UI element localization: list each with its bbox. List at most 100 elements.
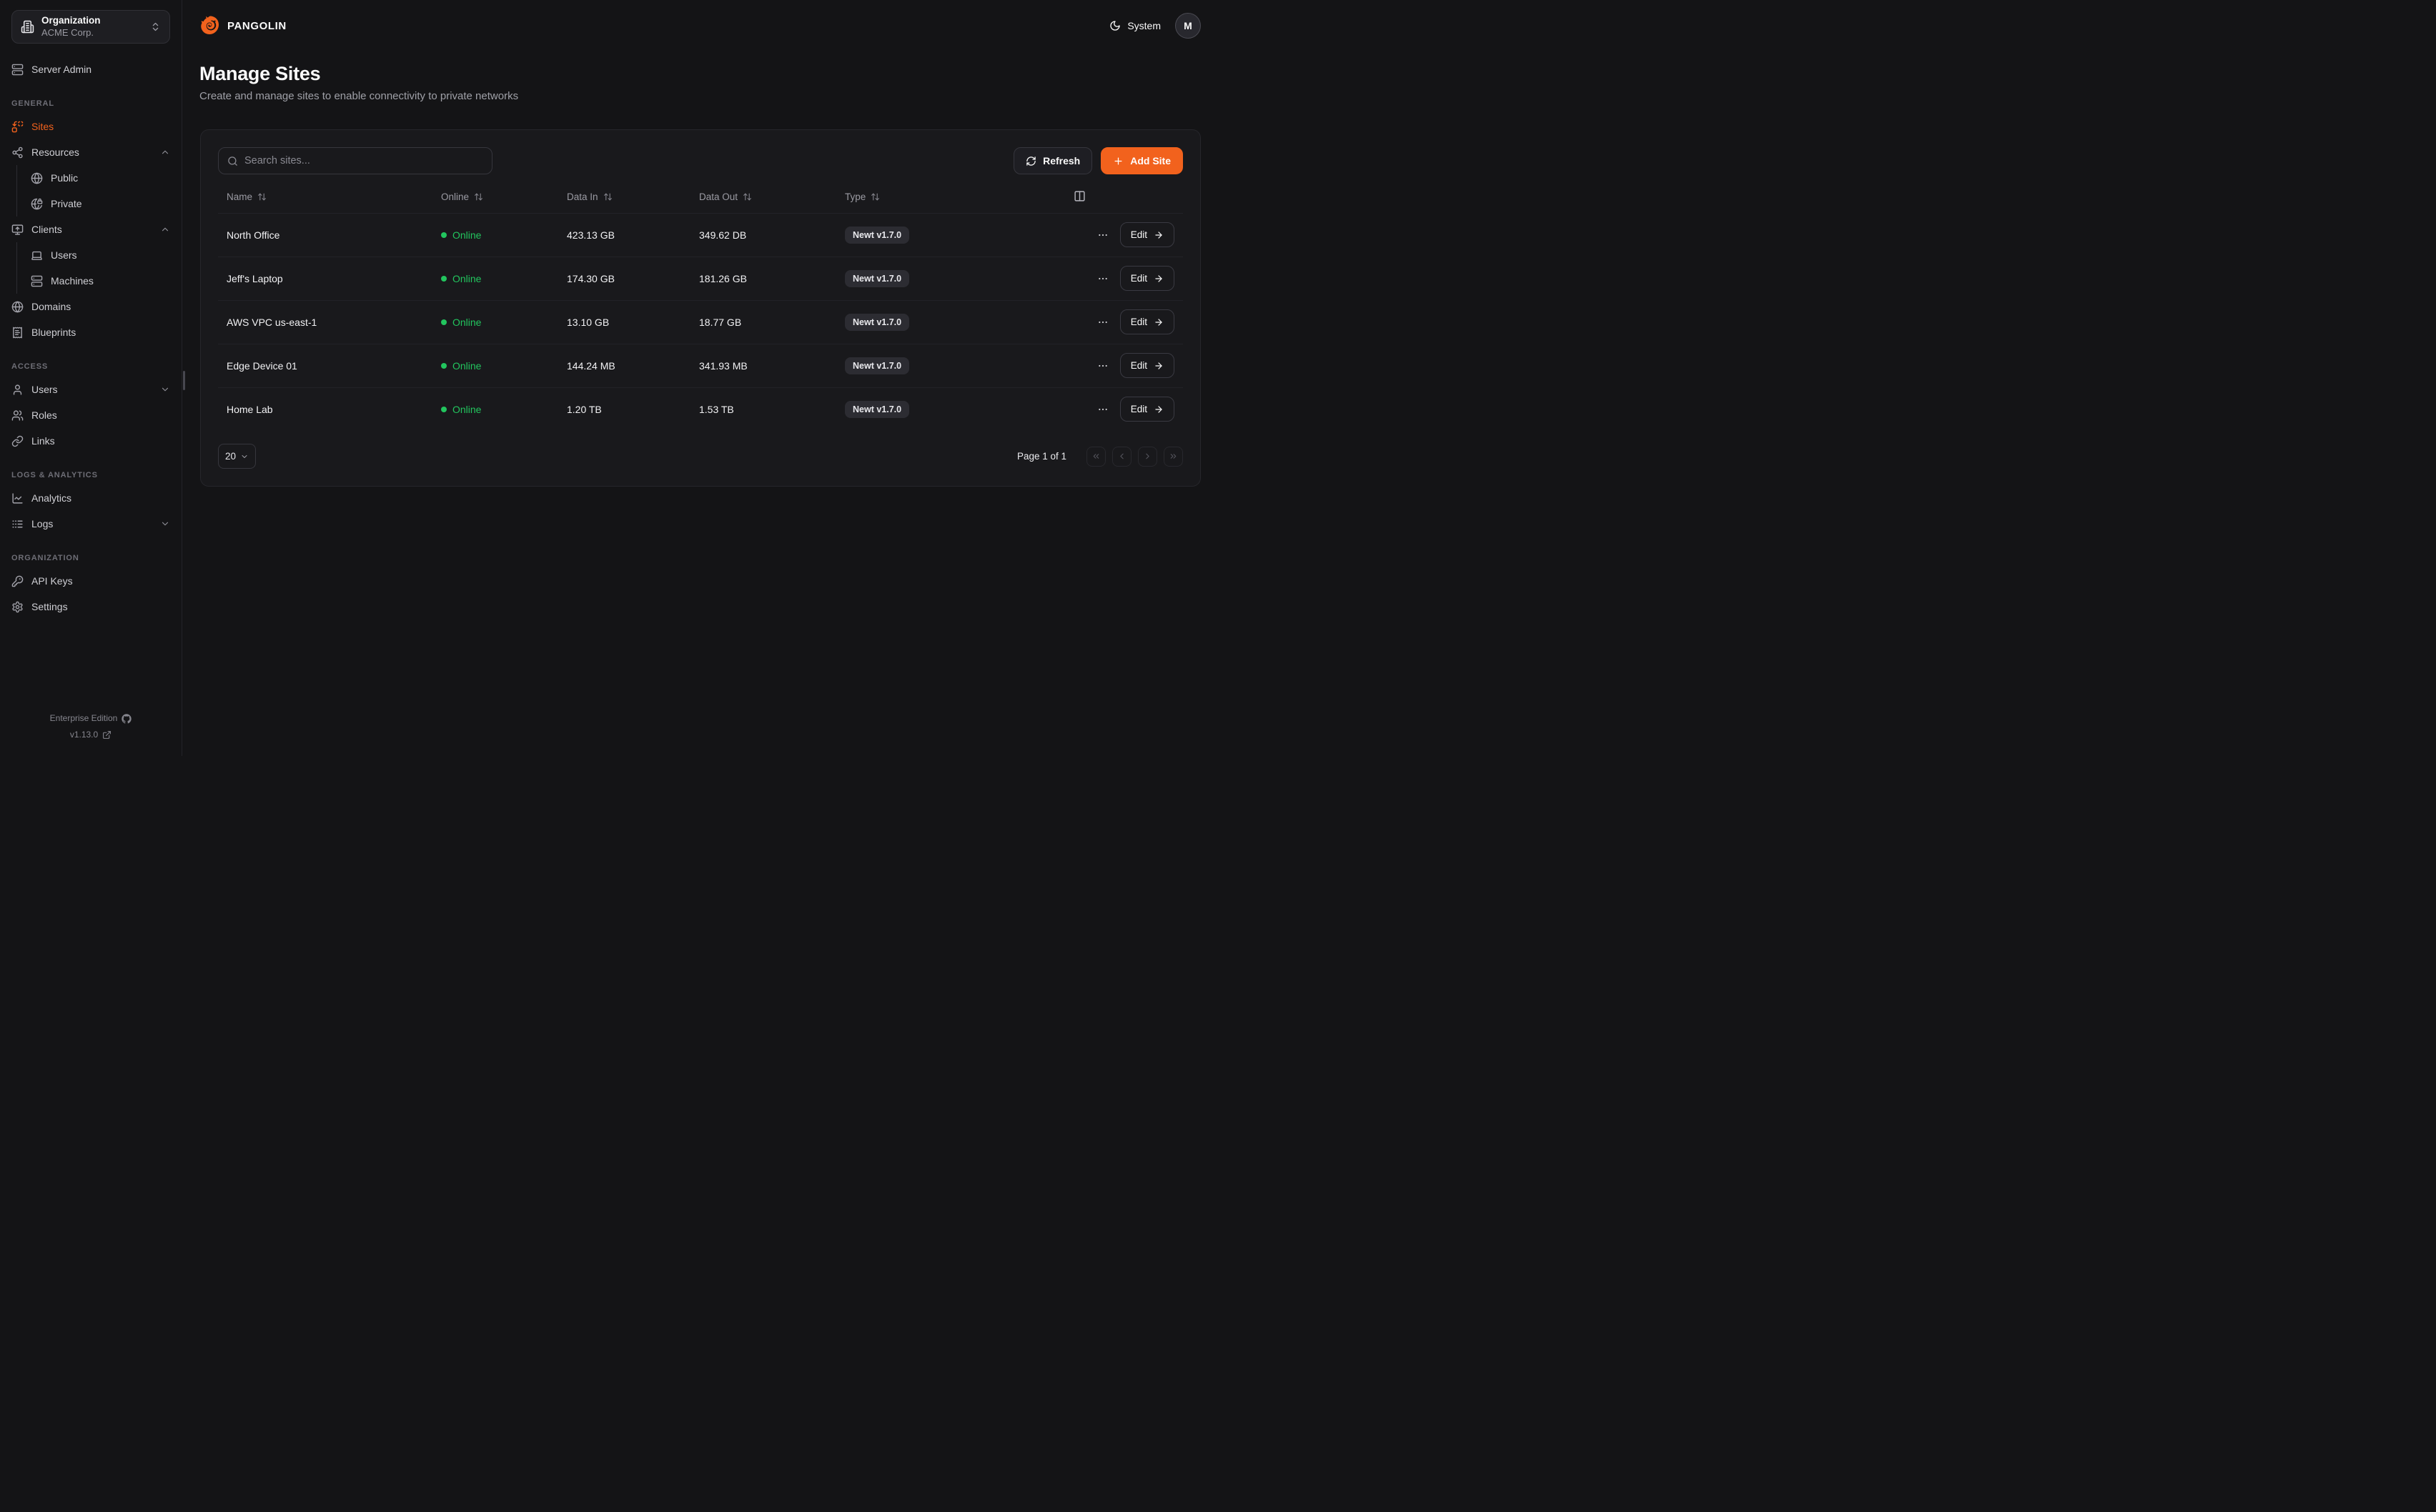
add-site-button[interactable]: Add Site bbox=[1101, 147, 1183, 174]
sort-icon bbox=[871, 192, 880, 202]
column-header-name[interactable]: Name bbox=[227, 192, 424, 202]
search-box bbox=[218, 147, 492, 174]
section-logs-analytics: LOGS & ANALYTICS bbox=[11, 465, 170, 485]
row-menu-button[interactable] bbox=[1097, 360, 1109, 372]
row-menu-button[interactable] bbox=[1097, 404, 1109, 415]
avatar-initial: M bbox=[1184, 20, 1192, 31]
user-avatar[interactable]: M bbox=[1175, 13, 1201, 39]
sidebar-item-domains[interactable]: Domains bbox=[11, 294, 170, 319]
row-menu-button[interactable] bbox=[1097, 317, 1109, 328]
sidebar-footer: Enterprise Edition v1.13.0 bbox=[11, 710, 170, 743]
external-link-icon[interactable] bbox=[102, 730, 112, 740]
key-icon bbox=[11, 575, 24, 587]
last-page-button[interactable] bbox=[1164, 447, 1183, 467]
sidebar-item-label: Resources bbox=[31, 146, 79, 158]
sidebar-nav: Server Admin GENERAL Sites Resources Pub… bbox=[11, 56, 170, 620]
status-label: Online bbox=[452, 273, 481, 284]
sidebar-item-links[interactable]: Links bbox=[11, 428, 170, 454]
prev-page-button[interactable] bbox=[1112, 447, 1132, 467]
sidebar-item-label: Users bbox=[31, 384, 58, 395]
data-out-value: 1.53 TB bbox=[690, 387, 836, 431]
sidebar-item-label: Analytics bbox=[31, 492, 71, 504]
row-menu-button[interactable] bbox=[1097, 229, 1109, 241]
column-header-online[interactable]: Online bbox=[441, 192, 550, 202]
sidebar-item-resources[interactable]: Resources bbox=[11, 139, 170, 165]
theme-toggle[interactable]: System bbox=[1109, 20, 1161, 31]
sidebar-item-machines[interactable]: Machines bbox=[31, 268, 170, 294]
next-page-button[interactable] bbox=[1138, 447, 1157, 467]
sidebar-item-analytics[interactable]: Analytics bbox=[11, 485, 170, 511]
status-badge: Online bbox=[441, 229, 550, 241]
data-in-value: 13.10 GB bbox=[558, 300, 690, 344]
edit-label: Edit bbox=[1131, 317, 1147, 327]
sort-icon bbox=[743, 192, 752, 202]
page-info: Page 1 of 1 bbox=[1017, 451, 1066, 462]
toolbar-actions: Refresh Add Site bbox=[1014, 147, 1183, 174]
sidebar-item-label: Sites bbox=[31, 121, 54, 132]
status-badge: Online bbox=[441, 317, 550, 328]
pagination: Page 1 of 1 bbox=[1017, 447, 1183, 467]
edit-button[interactable]: Edit bbox=[1120, 309, 1174, 334]
globe-lock-icon bbox=[31, 198, 43, 210]
status-badge: Online bbox=[441, 404, 550, 415]
plus-icon bbox=[1113, 156, 1124, 166]
table-row: Jeff's Laptop Online 174.30 GB 181.26 GB… bbox=[218, 257, 1183, 300]
github-icon[interactable] bbox=[122, 714, 132, 724]
brand-name: PANGOLIN bbox=[227, 20, 287, 32]
chart-line-icon bbox=[11, 492, 24, 504]
status-label: Online bbox=[452, 360, 481, 372]
column-header-data-out[interactable]: Data Out bbox=[699, 192, 828, 202]
data-in-value: 423.13 GB bbox=[558, 213, 690, 257]
type-badge: Newt v1.7.0 bbox=[845, 314, 909, 331]
sidebar-item-clients[interactable]: Clients bbox=[11, 217, 170, 242]
sidebar-item-private[interactable]: Private bbox=[31, 191, 170, 217]
sidebar-item-public[interactable]: Public bbox=[31, 165, 170, 191]
row-menu-button[interactable] bbox=[1097, 273, 1109, 284]
brand-logo[interactable]: PANGOLIN bbox=[199, 15, 287, 36]
sidebar-item-api-keys[interactable]: API Keys bbox=[11, 568, 170, 594]
receipt-icon bbox=[11, 327, 24, 339]
type-badge: Newt v1.7.0 bbox=[845, 357, 909, 374]
status-badge: Online bbox=[441, 273, 550, 284]
edit-button[interactable]: Edit bbox=[1120, 266, 1174, 291]
page-size-value: 20 bbox=[225, 451, 236, 462]
refresh-button[interactable]: Refresh bbox=[1014, 147, 1092, 174]
table-footer: 20 Page 1 of 1 bbox=[218, 444, 1183, 469]
globe-icon bbox=[31, 172, 43, 184]
refresh-label: Refresh bbox=[1043, 155, 1080, 166]
column-header-type[interactable]: Type bbox=[845, 192, 1056, 202]
status-label: Online bbox=[452, 317, 481, 328]
search-input[interactable] bbox=[244, 155, 483, 166]
sidebar-item-roles[interactable]: Roles bbox=[11, 402, 170, 428]
first-page-button[interactable] bbox=[1086, 447, 1106, 467]
column-visibility-button[interactable] bbox=[1074, 190, 1086, 202]
status-badge: Online bbox=[441, 360, 550, 372]
arrow-right-icon bbox=[1154, 404, 1164, 414]
sidebar-item-label: Users bbox=[51, 249, 77, 261]
column-label: Name bbox=[227, 192, 252, 202]
edit-button[interactable]: Edit bbox=[1120, 397, 1174, 422]
column-label: Online bbox=[441, 192, 469, 202]
sidebar-item-logs[interactable]: Logs bbox=[11, 511, 170, 537]
sidebar-item-users[interactable]: Users bbox=[11, 377, 170, 402]
table-row: Edge Device 01 Online 144.24 MB 341.93 M… bbox=[218, 344, 1183, 387]
sidebar-item-server-admin[interactable]: Server Admin bbox=[11, 56, 170, 82]
column-header-data-in[interactable]: Data In bbox=[567, 192, 682, 202]
edit-button[interactable]: Edit bbox=[1120, 353, 1174, 378]
data-out-value: 181.26 GB bbox=[690, 257, 836, 300]
page-header: Manage Sites Create and manage sites to … bbox=[182, 51, 1218, 102]
online-dot-icon bbox=[441, 407, 447, 412]
edition-label: Enterprise Edition bbox=[50, 710, 118, 727]
sidebar-item-client-users[interactable]: Users bbox=[31, 242, 170, 268]
org-switcher[interactable]: Organization ACME Corp. bbox=[11, 10, 170, 44]
page-size-select[interactable]: 20 bbox=[218, 444, 256, 469]
sidebar-item-label: Public bbox=[51, 172, 78, 184]
page-subtitle: Create and manage sites to enable connec… bbox=[199, 90, 1201, 102]
edit-button[interactable]: Edit bbox=[1120, 222, 1174, 247]
sidebar-item-blueprints[interactable]: Blueprints bbox=[11, 319, 170, 345]
type-badge: Newt v1.7.0 bbox=[845, 401, 909, 418]
org-value: ACME Corp. bbox=[41, 27, 143, 39]
sidebar-item-sites[interactable]: Sites bbox=[11, 114, 170, 139]
sidebar-item-settings[interactable]: Settings bbox=[11, 594, 170, 620]
data-out-value: 349.62 DB bbox=[690, 213, 836, 257]
